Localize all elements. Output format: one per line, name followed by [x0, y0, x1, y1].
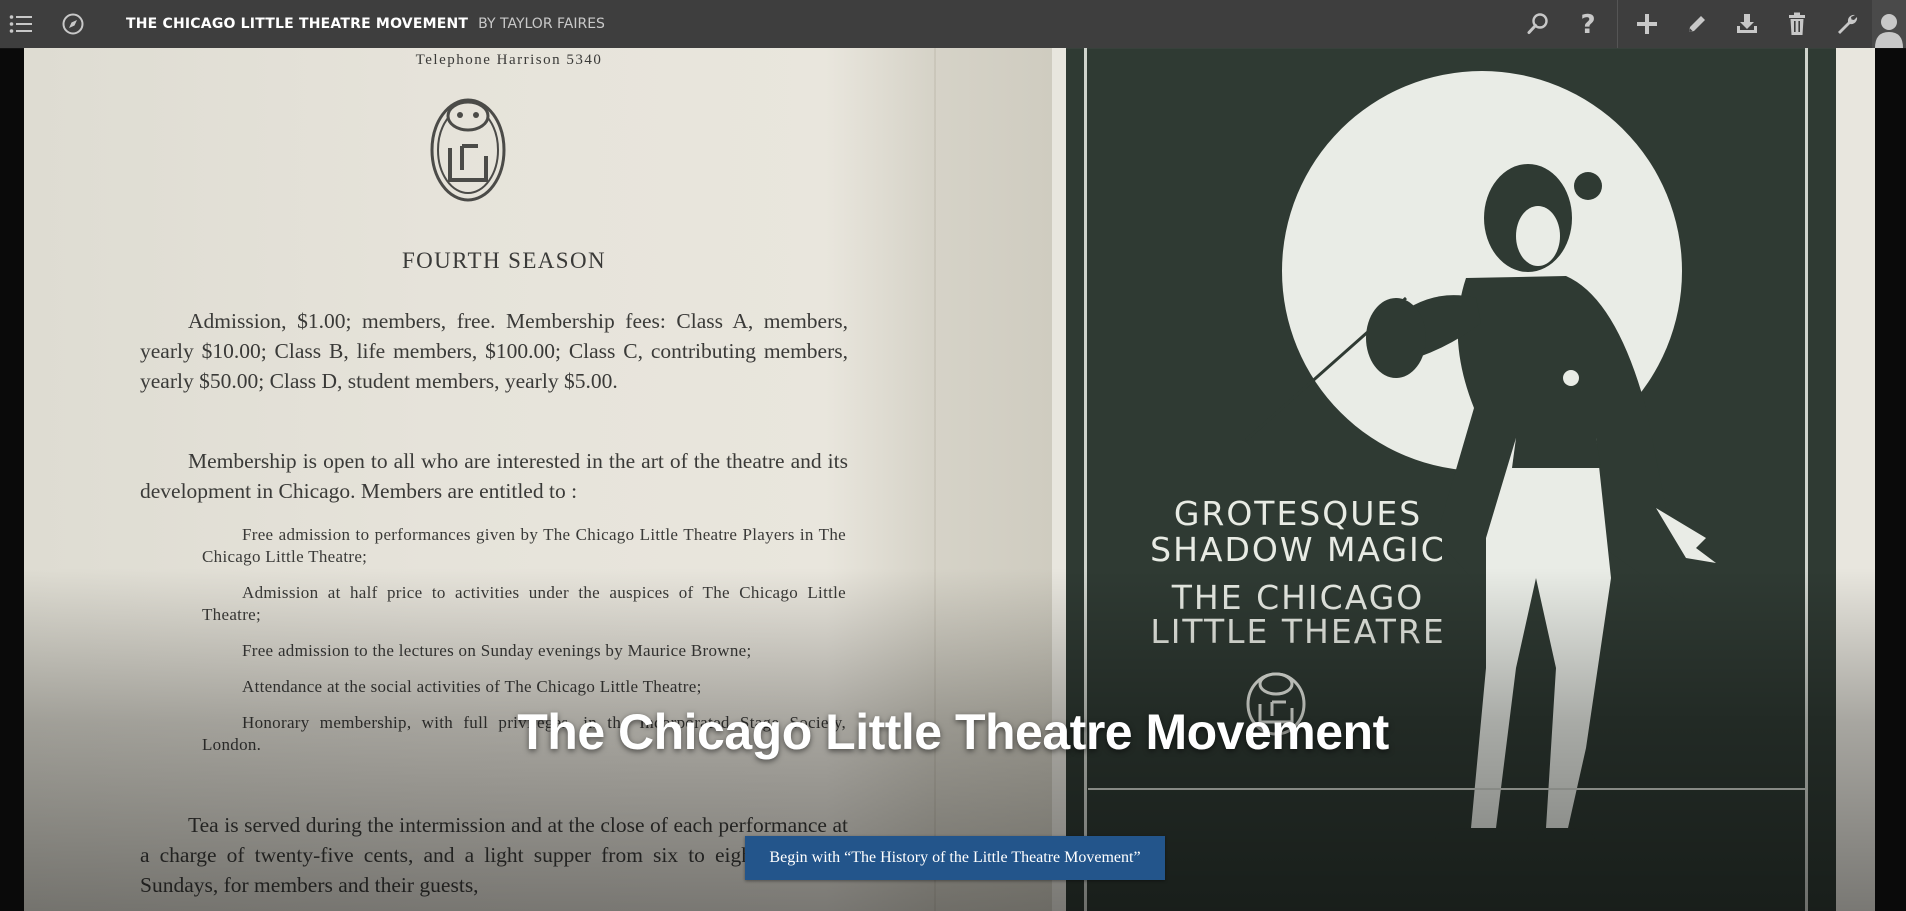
benefit-text: Free admission to the lectures on Sunday… [242, 641, 752, 660]
theatre-monogram-logo [428, 88, 508, 211]
add-icon[interactable] [1622, 0, 1672, 48]
help-icon[interactable]: ? [1563, 0, 1613, 48]
benefit-text: Admission at half price to activities un… [202, 583, 846, 624]
program-left-page: Telephone Harrison 5340 FOURTH SEASON Ad… [24, 48, 1052, 911]
benefit-text: Free admission to performances given by … [202, 525, 846, 566]
admission-paragraph: Admission, $1.00; members, free. Members… [140, 306, 848, 396]
begin-reading-button[interactable]: Begin with “The History of the Little Th… [745, 836, 1165, 880]
hero-left-edge [0, 48, 24, 911]
tea-paragraph: Tea is served during the intermission an… [140, 810, 848, 900]
svg-text:?: ? [1580, 11, 1595, 37]
cover-image: Telephone Harrison 5340 FOURTH SEASON Ad… [24, 48, 1875, 911]
paper-fold [934, 48, 936, 911]
cover-rule [1088, 788, 1806, 790]
benefit-item: Free admission to performances given by … [202, 524, 846, 568]
admission-text: Admission, $1.00; members, free. Members… [140, 309, 848, 393]
download-icon[interactable] [1722, 0, 1772, 48]
compass-icon[interactable] [56, 7, 90, 41]
cover-panel: GROTESQUES SHADOW MAGIC THE CHICAGO LITT… [1066, 48, 1836, 911]
benefit-item: Attendance at the social activities of T… [202, 676, 846, 698]
benefit-item: Admission at half price to activities un… [202, 582, 846, 626]
trash-icon[interactable] [1772, 0, 1822, 48]
membership-text: Membership is open to all who are intere… [140, 449, 848, 503]
edit-icon[interactable] [1672, 0, 1722, 48]
menu-list-icon[interactable] [4, 7, 38, 41]
cover-line-shadow-magic: SHADOW MAGIC [1150, 530, 1446, 569]
book-title-link[interactable]: THE CHICAGO LITTLE THEATRE MOVEMENT [126, 16, 468, 32]
toolbar-divider [1617, 0, 1618, 48]
cover-title-theatre: THE CHICAGO LITTLE THEATRE [1108, 581, 1488, 649]
top-navigation-bar: THE CHICAGO LITTLE THEATRE MOVEMENT BY T… [0, 0, 1906, 48]
program-cover-page: GROTESQUES SHADOW MAGIC THE CHICAGO LITT… [1052, 48, 1875, 911]
benefit-text: Attendance at the social activities of T… [242, 677, 702, 696]
cover-title-grotesques: GROTESQUES SHADOW MAGIC [1108, 496, 1488, 568]
benefit-item: Free admission to the lectures on Sunday… [202, 640, 846, 662]
author-byline: BY TAYLOR FAIRES [478, 16, 605, 32]
wrench-icon[interactable] [1822, 0, 1872, 48]
cover-line-grotesques: GROTESQUES [1173, 494, 1423, 533]
telephone-line: Telephone Harrison 5340 [415, 52, 603, 68]
hero-right-edge [1875, 48, 1906, 911]
topbar-right-group: ? [1513, 0, 1906, 48]
season-heading: FOURTH SEASON [401, 248, 607, 273]
hero-book-title: The Chicago Little Theatre Movement [517, 704, 1389, 760]
tea-text: Tea is served during the intermission an… [140, 813, 848, 897]
cover-line-the-chicago: THE CHICAGO [1171, 578, 1425, 617]
search-icon[interactable] [1513, 0, 1563, 48]
topbar-left-group [4, 7, 90, 41]
user-avatar-icon[interactable] [1872, 0, 1906, 48]
cover-line-little-theatre: LITTLE THEATRE [1150, 612, 1446, 651]
membership-paragraph: Membership is open to all who are intere… [140, 446, 848, 506]
